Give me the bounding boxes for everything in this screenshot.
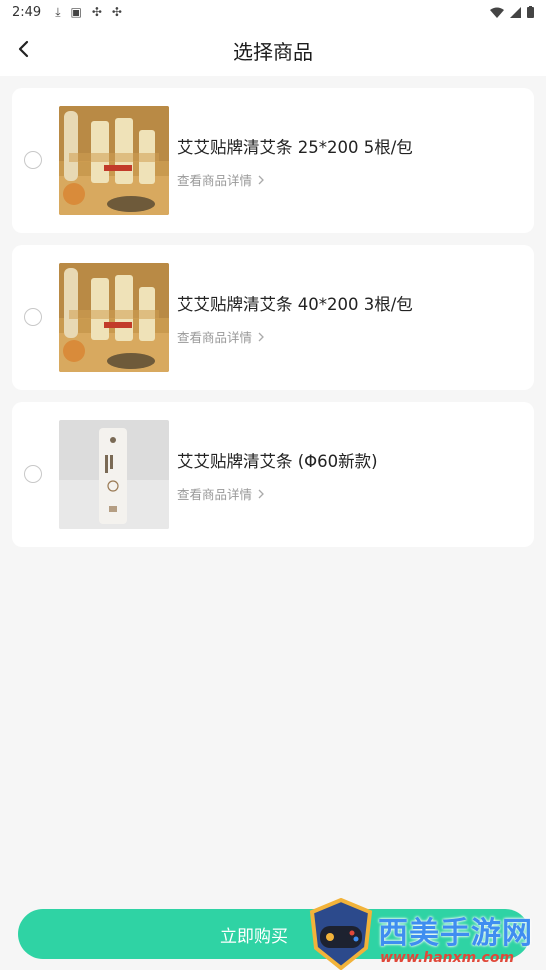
product-image — [59, 106, 169, 215]
battery-icon — [527, 6, 534, 18]
status-time: 2:49 — [12, 4, 42, 20]
detail-link-label: 查看商品详情 — [177, 330, 253, 345]
chevron-left-icon — [18, 40, 29, 58]
product-card[interactable]: 艾艾贴牌清艾条 (Φ60新款) 查看商品详情 — [12, 402, 534, 547]
select-radio[interactable] — [24, 151, 42, 169]
product-detail-link[interactable]: 查看商品详情 — [177, 170, 413, 189]
bug-icon: ✣ — [111, 5, 122, 19]
product-name: 艾艾贴牌清艾条 40*200 3根/包 — [177, 295, 413, 314]
product-detail-link[interactable]: 查看商品详情 — [177, 327, 413, 346]
product-image — [59, 263, 169, 372]
chevron-right-icon — [258, 332, 264, 341]
select-radio[interactable] — [24, 465, 42, 483]
select-radio[interactable] — [24, 308, 42, 326]
product-image — [59, 420, 169, 529]
bug-icon: ✣ — [91, 5, 102, 19]
product-card[interactable]: 艾艾贴牌清艾条 40*200 3根/包 查看商品详情 — [12, 245, 534, 390]
product-card[interactable]: 艾艾贴牌清艾条 25*200 5根/包 查看商品详情 — [12, 88, 534, 233]
signal-icon — [510, 6, 521, 18]
product-list: 艾艾贴牌清艾条 25*200 5根/包 查看商品详情 艾艾贴牌清艾条 40*20… — [12, 88, 534, 559]
page-title: 选择商品 — [233, 39, 313, 64]
a-icon: ▣ — [70, 5, 82, 19]
product-name: 艾艾贴牌清艾条 25*200 5根/包 — [177, 138, 413, 157]
chevron-right-icon — [258, 489, 264, 498]
detail-link-label: 查看商品详情 — [177, 487, 253, 502]
chevron-right-icon — [258, 175, 264, 184]
wifi-icon — [490, 7, 504, 18]
product-name: 艾艾贴牌清艾条 (Φ60新款) — [177, 452, 378, 471]
status-bar: 2:49 ⤓ ▣ ✣ ✣ — [0, 0, 546, 24]
back-button[interactable] — [12, 37, 36, 61]
buy-now-button[interactable]: 立即购买 — [18, 909, 530, 959]
product-detail-link[interactable]: 查看商品详情 — [177, 484, 378, 503]
download-icon: ⤓ — [55, 4, 61, 19]
detail-link-label: 查看商品详情 — [177, 173, 253, 188]
app-header: 选择商品 — [0, 24, 546, 76]
buy-now-label: 立即购买 — [220, 926, 288, 947]
